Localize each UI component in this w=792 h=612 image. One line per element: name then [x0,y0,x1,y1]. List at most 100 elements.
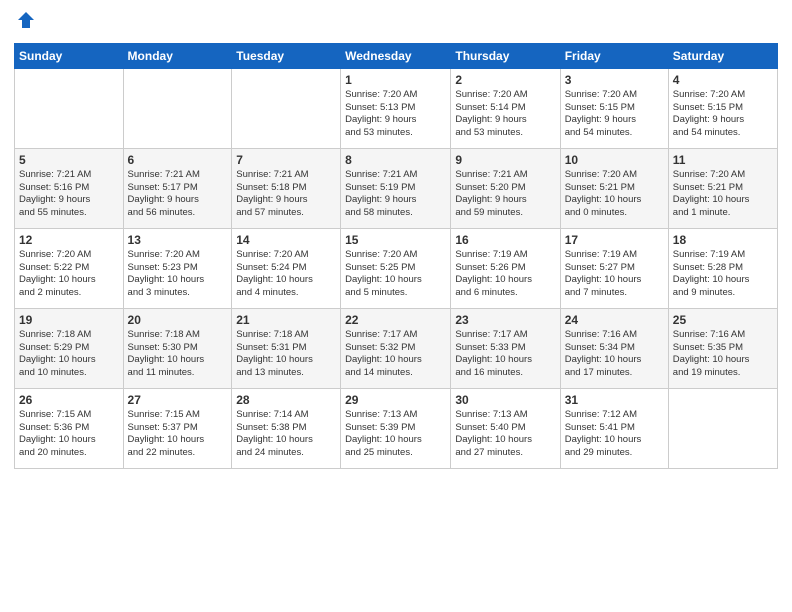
header [14,10,778,35]
day-info: Sunrise: 7:20 AM Sunset: 5:22 PM Dayligh… [19,249,119,300]
day-number: 25 [673,313,773,327]
day-number: 27 [128,393,228,407]
day-number: 17 [565,233,664,247]
day-info: Sunrise: 7:20 AM Sunset: 5:25 PM Dayligh… [345,249,446,300]
calendar-header-thursday: Thursday [451,43,560,68]
day-number: 13 [128,233,228,247]
calendar-cell: 28Sunrise: 7:14 AM Sunset: 5:38 PM Dayli… [232,388,341,468]
day-number: 31 [565,393,664,407]
day-info: Sunrise: 7:20 AM Sunset: 5:24 PM Dayligh… [236,249,336,300]
day-info: Sunrise: 7:20 AM Sunset: 5:15 PM Dayligh… [565,89,664,140]
calendar-table: SundayMondayTuesdayWednesdayThursdayFrid… [14,43,778,469]
calendar-cell: 13 Sunrise: 7:20 AM Sunset: 5:23 PM Dayli… [123,228,232,308]
calendar-cell: 11Sunrise: 7:20 AM Sunset: 5:21 PM Dayli… [668,148,777,228]
day-info: Sunrise: 7:20 AM Sunset: 5:14 PM Dayligh… [455,89,555,140]
day-info: Sunrise: 7:20 AM Sunset: 5:13 PM Dayligh… [345,89,446,140]
day-number: 29 [345,393,446,407]
calendar-header-wednesday: Wednesday [341,43,451,68]
day-info: Sunrise: 7:17 AM Sunset: 5:32 PM Dayligh… [345,329,446,380]
day-number: 11 [673,153,773,167]
day-info: Sunrise: 7:17 AM Sunset: 5:33 PM Dayligh… [455,329,555,380]
calendar-cell: 8Sunrise: 7:21 AM Sunset: 5:19 PM Daylig… [341,148,451,228]
calendar-cell: 23 Sunrise: 7:17 AM Sunset: 5:33 PM Dayli… [451,308,560,388]
calendar-week-row: 12 Sunrise: 7:20 AM Sunset: 5:22 PM Dayli… [15,228,778,308]
day-number: 18 [673,233,773,247]
day-info: Sunrise: 7:12 AM Sunset: 5:41 PM Dayligh… [565,409,664,460]
day-number: 22 [345,313,446,327]
day-info: Sunrise: 7:16 AM Sunset: 5:34 PM Dayligh… [565,329,664,380]
calendar-cell: 2 Sunrise: 7:20 AM Sunset: 5:14 PM Daylig… [451,68,560,148]
day-number: 19 [19,313,119,327]
day-info: Sunrise: 7:15 AM Sunset: 5:37 PM Dayligh… [128,409,228,460]
day-number: 21 [236,313,336,327]
day-number: 10 [565,153,664,167]
day-info: Sunrise: 7:18 AM Sunset: 5:30 PM Dayligh… [128,329,228,380]
calendar-cell: 26 Sunrise: 7:15 AM Sunset: 5:36 PM Dayli… [15,388,124,468]
day-number: 6 [128,153,228,167]
calendar-header-friday: Friday [560,43,668,68]
day-number: 23 [455,313,555,327]
calendar-week-row: 26 Sunrise: 7:15 AM Sunset: 5:36 PM Dayli… [15,388,778,468]
day-number: 1 [345,73,446,87]
calendar-header-sunday: Sunday [15,43,124,68]
page-container: SundayMondayTuesdayWednesdayThursdayFrid… [0,0,792,612]
day-info: Sunrise: 7:19 AM Sunset: 5:26 PM Dayligh… [455,249,555,300]
day-info: Sunrise: 7:20 AM Sunset: 5:21 PM Dayligh… [565,169,664,220]
logo [14,10,36,35]
calendar-cell: 17 Sunrise: 7:19 AM Sunset: 5:27 PM Dayli… [560,228,668,308]
calendar-cell: 9Sunrise: 7:21 AM Sunset: 5:20 PM Daylig… [451,148,560,228]
day-number: 9 [455,153,555,167]
day-number: 3 [565,73,664,87]
calendar-cell: 3 Sunrise: 7:20 AM Sunset: 5:15 PM Daylig… [560,68,668,148]
day-number: 28 [236,393,336,407]
calendar-cell: 1 Sunrise: 7:20 AM Sunset: 5:13 PM Daylig… [341,68,451,148]
day-info: Sunrise: 7:16 AM Sunset: 5:35 PM Dayligh… [673,329,773,380]
day-info: Sunrise: 7:13 AM Sunset: 5:39 PM Dayligh… [345,409,446,460]
day-info: Sunrise: 7:18 AM Sunset: 5:29 PM Dayligh… [19,329,119,380]
day-info: Sunrise: 7:19 AM Sunset: 5:28 PM Dayligh… [673,249,773,300]
day-info: Sunrise: 7:21 AM Sunset: 5:18 PM Dayligh… [236,169,336,220]
calendar-cell [123,68,232,148]
calendar-header-monday: Monday [123,43,232,68]
calendar-cell: 25 Sunrise: 7:16 AM Sunset: 5:35 PM Dayli… [668,308,777,388]
calendar-cell: 7 Sunrise: 7:21 AM Sunset: 5:18 PM Daylig… [232,148,341,228]
day-number: 14 [236,233,336,247]
calendar-cell: 5Sunrise: 7:21 AM Sunset: 5:16 PM Daylig… [15,148,124,228]
day-info: Sunrise: 7:18 AM Sunset: 5:31 PM Dayligh… [236,329,336,380]
day-info: Sunrise: 7:20 AM Sunset: 5:15 PM Dayligh… [673,89,773,140]
calendar-cell [15,68,124,148]
calendar-cell: 21 Sunrise: 7:18 AM Sunset: 5:31 PM Dayli… [232,308,341,388]
calendar-cell: 20 Sunrise: 7:18 AM Sunset: 5:30 PM Dayli… [123,308,232,388]
calendar-week-row: 1 Sunrise: 7:20 AM Sunset: 5:13 PM Daylig… [15,68,778,148]
logo-icon [16,10,36,30]
calendar-cell: 10 Sunrise: 7:20 AM Sunset: 5:21 PM Dayli… [560,148,668,228]
calendar-cell: 16 Sunrise: 7:19 AM Sunset: 5:26 PM Dayli… [451,228,560,308]
day-number: 12 [19,233,119,247]
day-info: Sunrise: 7:19 AM Sunset: 5:27 PM Dayligh… [565,249,664,300]
calendar-cell: 29 Sunrise: 7:13 AM Sunset: 5:39 PM Dayli… [341,388,451,468]
day-number: 16 [455,233,555,247]
day-info: Sunrise: 7:13 AM Sunset: 5:40 PM Dayligh… [455,409,555,460]
day-number: 2 [455,73,555,87]
calendar-cell: 18 Sunrise: 7:19 AM Sunset: 5:28 PM Dayli… [668,228,777,308]
calendar-header-tuesday: Tuesday [232,43,341,68]
calendar-cell: 4 Sunrise: 7:20 AM Sunset: 5:15 PM Daylig… [668,68,777,148]
day-number: 26 [19,393,119,407]
day-info: Sunrise: 7:21 AM Sunset: 5:17 PM Dayligh… [128,169,228,220]
calendar-cell [668,388,777,468]
calendar-cell [232,68,341,148]
calendar-header-row: SundayMondayTuesdayWednesdayThursdayFrid… [15,43,778,68]
day-info: Sunrise: 7:21 AM Sunset: 5:16 PM Dayligh… [19,169,119,220]
calendar-cell: 19 Sunrise: 7:18 AM Sunset: 5:29 PM Dayli… [15,308,124,388]
calendar-week-row: 5Sunrise: 7:21 AM Sunset: 5:16 PM Daylig… [15,148,778,228]
day-number: 20 [128,313,228,327]
calendar-cell: 12 Sunrise: 7:20 AM Sunset: 5:22 PM Dayli… [15,228,124,308]
day-info: Sunrise: 7:15 AM Sunset: 5:36 PM Dayligh… [19,409,119,460]
day-number: 7 [236,153,336,167]
calendar-cell: 6 Sunrise: 7:21 AM Sunset: 5:17 PM Daylig… [123,148,232,228]
day-info: Sunrise: 7:20 AM Sunset: 5:23 PM Dayligh… [128,249,228,300]
day-number: 4 [673,73,773,87]
calendar-cell: 30Sunrise: 7:13 AM Sunset: 5:40 PM Dayli… [451,388,560,468]
calendar-week-row: 19 Sunrise: 7:18 AM Sunset: 5:29 PM Dayli… [15,308,778,388]
day-info: Sunrise: 7:21 AM Sunset: 5:19 PM Dayligh… [345,169,446,220]
